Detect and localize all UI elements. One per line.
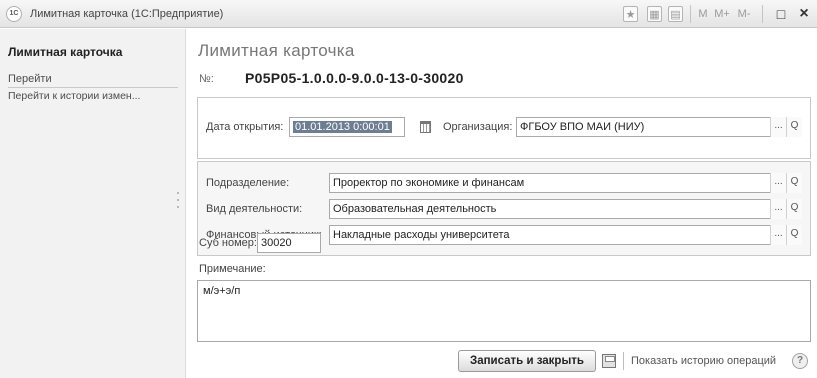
form-title: Лимитная карточка	[198, 41, 355, 60]
header-group: Дата открытия: 01.01.2013 0:00:01 Органи…	[197, 97, 811, 159]
sidebar-goto-heading: Перейти	[8, 73, 178, 88]
organization-value: ФГБОУ ВПО МАИ (НИУ)	[520, 121, 645, 133]
save-and-close-button[interactable]: Записать и закрыть	[458, 350, 596, 372]
note-value: м/э+э/п	[203, 285, 241, 297]
note-label: Примечание:	[199, 263, 266, 275]
close-button[interactable]: ×	[797, 6, 811, 22]
bookmark-icon[interactable]: ★	[623, 6, 638, 22]
show-history-link[interactable]: Показать историю операций	[631, 355, 776, 367]
department-value: Проректор по экономике и финансам	[333, 177, 525, 189]
organization-open-icon[interactable]: Q	[786, 117, 802, 137]
organization-field[interactable]: ФГБОУ ВПО МАИ (НИУ)	[516, 117, 802, 137]
memory-plus-button[interactable]: M+	[714, 6, 730, 22]
sub-number-label: Суб номер:	[199, 237, 257, 249]
activity-value: Образовательная деятельность	[333, 203, 497, 215]
department-label: Подразделение:	[206, 177, 290, 189]
funding-select-button[interactable]: ...	[770, 225, 786, 245]
sidebar: Лимитная карточка Перейти Перейти к исто…	[0, 29, 186, 378]
organization-label: Организация:	[443, 121, 513, 133]
funding-open-icon[interactable]: Q	[786, 225, 802, 245]
memory-button[interactable]: M	[698, 6, 708, 22]
command-divider	[623, 352, 624, 370]
calculator-icon[interactable]: ▦	[647, 6, 662, 22]
sidebar-title: Лимитная карточка	[8, 45, 123, 59]
restore-button[interactable]: □	[774, 6, 788, 22]
splitter-handle[interactable]	[177, 192, 180, 213]
funding-field[interactable]: Накладные расходы университета	[329, 225, 802, 245]
app-logo-icon[interactable]: 1С	[6, 6, 22, 22]
toolbar-divider	[762, 5, 763, 23]
department-open-icon[interactable]: Q	[786, 173, 802, 193]
organization-select-button[interactable]: ...	[770, 117, 786, 137]
help-icon[interactable]: ?	[792, 353, 808, 369]
calendar-icon[interactable]	[420, 121, 431, 133]
sidebar-link-history[interactable]: Перейти к истории измен...	[8, 90, 180, 102]
save-icon[interactable]	[602, 354, 616, 368]
open-date-label: Дата открытия:	[206, 121, 284, 133]
sub-number-value: 30020	[261, 237, 292, 249]
activity-open-icon[interactable]: Q	[786, 199, 802, 219]
funding-value: Накладные расходы университета	[333, 229, 510, 241]
note-field[interactable]: м/э+э/п	[197, 280, 811, 342]
memory-minus-button[interactable]: M-	[736, 6, 752, 22]
toolbar-divider	[690, 5, 691, 23]
activity-select-button[interactable]: ...	[770, 199, 786, 219]
title-bar: 1С Лимитная карточка (1С:Предприятие) ★ …	[0, 0, 817, 28]
department-select-button[interactable]: ...	[770, 173, 786, 193]
open-date-value: 01.01.2013 0:00:01	[293, 121, 392, 133]
activity-label: Вид деятельности:	[206, 203, 303, 215]
open-date-field[interactable]: 01.01.2013 0:00:01	[289, 117, 405, 137]
department-field[interactable]: Проректор по экономике и финансам	[329, 173, 802, 193]
command-bar: Записать и закрыть Показать историю опер…	[187, 345, 817, 378]
main-form: Лимитная карточка №: P05P05-1.0.0.0-9.0.…	[187, 29, 817, 378]
sub-number-field[interactable]: 30020	[257, 233, 321, 253]
window-title: Лимитная карточка (1С:Предприятие)	[30, 8, 224, 20]
activity-field[interactable]: Образовательная деятельность	[329, 199, 802, 219]
calendar-icon[interactable]: ▤	[668, 6, 683, 22]
number-value: P05P05-1.0.0.0-9.0.0-13-0-30020	[245, 70, 464, 86]
number-label: №:	[199, 73, 214, 85]
